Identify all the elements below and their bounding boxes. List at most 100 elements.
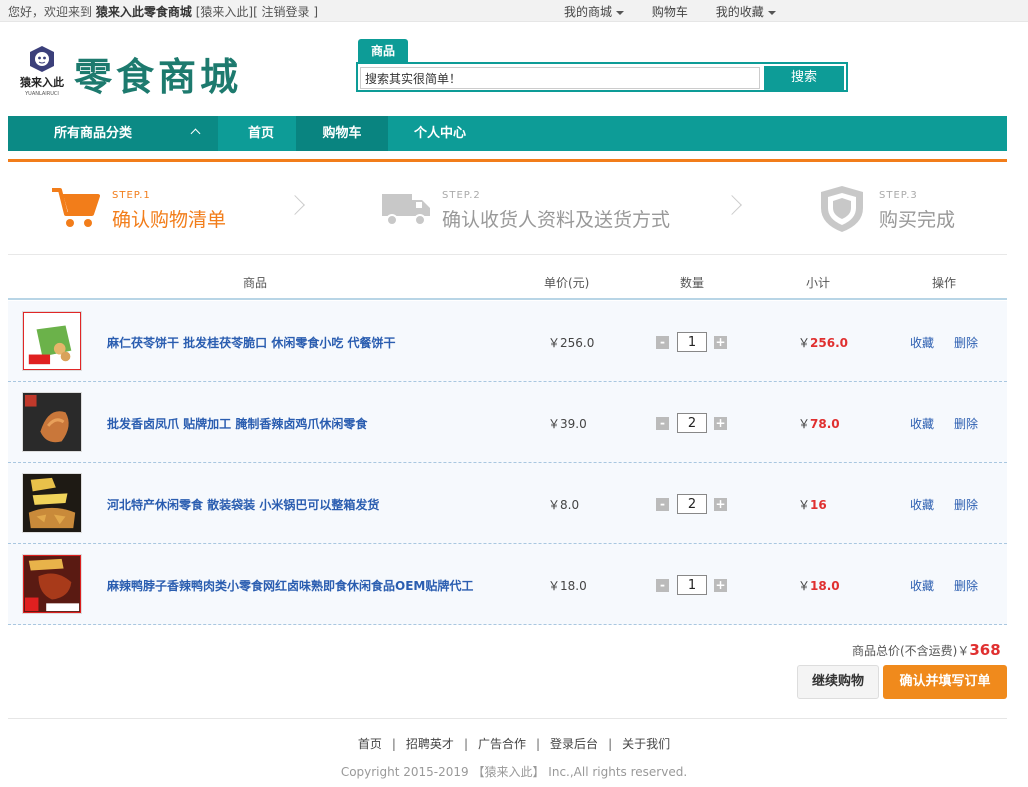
step-1-label: STEP.1 [112,190,151,201]
delete-link[interactable]: 删除 [954,334,978,351]
logo-text: 猿来入此 [19,75,64,89]
qty-increase-button[interactable]: + [714,417,727,430]
product-name-link[interactable]: 河北特产休闲零食 散装袋装 小米锅巴可以整箱发货 [107,496,379,513]
footer-separator: | [536,737,541,751]
unit-price: ￥18.0 [548,579,587,593]
unit-price: ￥39.0 [548,417,587,431]
product-thumbnail[interactable] [22,473,82,533]
cart-table-header: 商品 单价(元) 数量 小计 操作 [8,270,1007,300]
qty-decrease-button[interactable]: - [656,336,669,349]
nav-user-center[interactable]: 个人中心 [396,116,484,151]
table-row: 麻辣鸭脖子香辣鸭肉类小零食网红卤味熟即食休闲食品OEM贴牌代工 ￥18.0 - … [8,544,1007,625]
nav-cart[interactable]: 购物车 [296,116,388,151]
footer-link-about[interactable]: 关于我们 [622,737,670,751]
table-row: 河北特产休闲零食 散装袋装 小米锅巴可以整箱发货 ￥8.0 - + ￥16 收藏… [8,463,1007,544]
subtotal: ￥256.0 [798,334,848,351]
product-thumbnail[interactable] [22,311,82,371]
favorite-link[interactable]: 收藏 [910,496,934,513]
footer-link-home[interactable]: 首页 [358,737,382,751]
all-categories-menu[interactable]: 所有商品分类 [8,116,218,151]
top-links: 我的商城 购物车 我的收藏 [564,3,800,20]
footer-link-ads[interactable]: 广告合作 [478,737,526,751]
user-link[interactable]: [猿来入此] [196,5,253,19]
favorite-link[interactable]: 收藏 [910,415,934,432]
currency-symbol: ￥ [798,336,811,350]
footer-link-admin[interactable]: 登录后台 [550,737,598,751]
chevron-down-icon [767,10,776,15]
top-bar: 您好，欢迎来到 猿来入此零食商城 [猿来入此][ 注销登录 ] 我的商城 购物车… [0,0,1028,22]
chevron-right-icon [722,195,742,215]
subtotal: ￥18.0 [798,577,840,594]
table-row: 麻仁茯苓饼干 批发桂茯苓脆口 休闲零食小吃 代餐饼干 ￥256.0 - + ￥2… [8,301,1007,382]
step-3: STEP.3 购买完成 [817,184,987,234]
subtotal: ￥78.0 [798,415,840,432]
qty-decrease-button[interactable]: - [656,498,669,511]
chevron-up-icon [190,128,201,139]
quantity-input[interactable] [677,494,707,514]
qty-decrease-button[interactable]: - [656,579,669,592]
my-mall-menu[interactable]: 我的商城 [564,5,625,19]
welcome-text: 您好，欢迎来到 猿来入此零食商城 [猿来入此][ 注销登录 ] [8,3,318,20]
quantity-input[interactable] [677,332,707,352]
unit-price: ￥8.0 [548,498,580,512]
steps-divider [8,254,1007,255]
subtotal: ￥16 [798,496,827,513]
monkey-logo-icon: 猿来入此 YUANLAIRUCI [19,46,64,97]
product-name-link[interactable]: 麻辣鸭脖子香辣鸭肉类小零食网红卤味熟即食休闲食品OEM贴牌代工 [107,577,473,594]
footer-divider [8,718,1007,719]
top-cart-link[interactable]: 购物车 [652,5,688,19]
header-qty: 数量 [680,276,705,290]
favorites-menu[interactable]: 我的收藏 [716,5,776,19]
footer-separator: | [463,737,468,751]
header-price: 单价(元) [544,276,590,290]
delete-link[interactable]: 删除 [954,415,978,432]
delete-link[interactable]: 删除 [954,496,978,513]
total-label: 商品总价(不含运费)￥ [852,644,970,658]
qty-decrease-button[interactable]: - [656,417,669,430]
currency-symbol: ￥ [798,498,811,512]
delete-link[interactable]: 删除 [954,577,978,594]
order-total: 商品总价(不含运费)￥368 [852,641,1001,659]
footer-link-careers[interactable]: 招聘英才 [406,737,454,751]
search-box: 搜索 [356,62,848,92]
product-thumbnail[interactable] [22,392,82,452]
delivery-truck-icon [382,194,430,226]
favorites-label: 我的收藏 [715,5,764,19]
subtotal-value: 16 [810,498,827,512]
site-title: 零食商城 [74,54,243,99]
qty-increase-button[interactable]: + [714,336,727,349]
favorite-link[interactable]: 收藏 [910,577,934,594]
favorite-link[interactable]: 收藏 [910,334,934,351]
quantity-input[interactable] [677,575,707,595]
step-2-title: 确认收货人资料及送货方式 [442,209,671,231]
shield-icon [821,186,863,232]
product-name-link[interactable]: 批发香卤凤爪 贴牌加工 腌制香辣卤鸡爪休闲零食 [107,415,367,432]
copyright: Copyright 2015-2019 【猿来入此】 Inc.,All righ… [340,765,688,779]
subtotal-value: 18.0 [810,579,840,593]
logo-subtext: YUANLAIRUCI [24,91,59,97]
qty-increase-button[interactable]: + [714,579,727,592]
site-logo[interactable]: 猿来入此 YUANLAIRUCI 零食商城 [14,42,304,102]
header-product: 商品 [243,276,268,290]
step-2-label: STEP.2 [442,190,481,201]
qty-increase-button[interactable]: + [714,498,727,511]
nav-home[interactable]: 首页 [226,116,296,151]
search-input[interactable] [360,67,760,89]
quantity-input[interactable] [677,413,707,433]
continue-shopping-button[interactable]: 继续购物 [797,665,879,699]
unit-price: ￥256.0 [548,336,595,350]
step-3-title: 购买完成 [879,209,956,231]
search-button[interactable]: 搜索 [764,66,844,90]
subtotal-value: 256.0 [810,336,848,350]
table-row: 批发香卤凤爪 贴牌加工 腌制香辣卤鸡爪休闲零食 ￥39.0 - + ￥78.0 … [8,382,1007,463]
confirm-order-button[interactable]: 确认并填写订单 [883,665,1007,699]
search-tab-product[interactable]: 商品 [358,39,408,63]
greeting: 您好，欢迎来到 [8,5,93,19]
product-name-link[interactable]: 麻仁茯苓饼干 批发桂茯苓脆口 休闲零食小吃 代餐饼干 [107,334,396,351]
product-thumbnail[interactable] [22,554,82,614]
shopping-cart-icon [52,188,100,227]
logout-link[interactable]: [ 注销登录 ] [253,5,318,19]
chevron-down-icon [616,10,625,15]
subtotal-value: 78.0 [810,417,840,431]
step-3-label: STEP.3 [879,190,918,201]
